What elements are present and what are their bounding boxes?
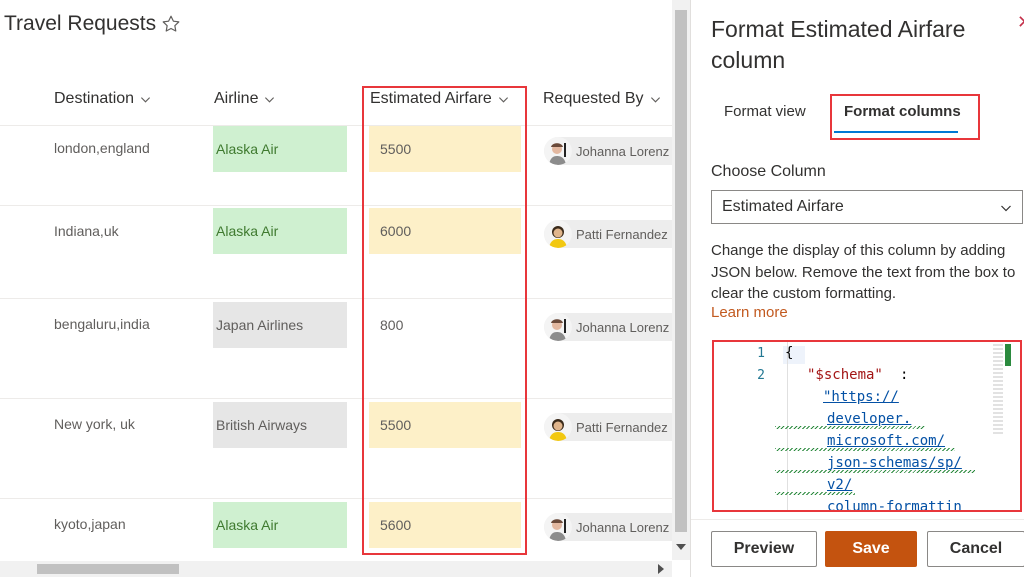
destination-cell: london,england [54, 140, 150, 156]
column-header-label: Destination [54, 90, 135, 107]
estimated-airfare-cell: 5600 [369, 502, 521, 548]
column-header-label: Requested By [543, 90, 644, 107]
row-divider [0, 398, 672, 399]
scrollbar-thumb[interactable] [37, 564, 179, 574]
chevron-down-icon [140, 94, 151, 105]
code-open-brace: { [785, 345, 794, 361]
scroll-right-arrow-icon[interactable] [658, 564, 664, 574]
json-editor[interactable]: 1 2 { "$schema" : "https:// developer. m… [715, 342, 1011, 512]
person-avatar-icon [544, 513, 572, 541]
tab-format-columns[interactable]: Format columns [844, 103, 961, 120]
scroll-down-arrow-icon[interactable] [676, 544, 686, 550]
code-colon: : [900, 367, 909, 383]
lint-warning-underline [775, 492, 855, 495]
column-header-label: Estimated Airfare [370, 90, 492, 107]
chevron-down-icon [264, 94, 275, 105]
scrollbar-thumb[interactable] [675, 10, 687, 532]
person-name: Johanna Lorenz [576, 143, 670, 159]
estimated-airfare-cell: 5500 [369, 126, 521, 172]
destination-cell: kyoto,japan [54, 516, 126, 532]
column-header-estimated-airfare[interactable]: Estimated Airfare [370, 90, 509, 108]
person-name: Patti Fernandez [576, 226, 668, 242]
airline-cell: Alaska Air [213, 502, 347, 548]
column-header-airline[interactable]: Airline [214, 90, 275, 108]
choose-column-label: Choose Column [711, 163, 826, 180]
person-pill[interactable]: Patti Fernandez [544, 220, 684, 248]
line-number: 2 [757, 368, 765, 383]
editor-scroll-indicator[interactable] [1005, 344, 1011, 366]
person-name: Johanna Lorenz [576, 319, 670, 335]
code-schema-value-line: "https:// [823, 389, 899, 405]
airline-cell: Alaska Air [213, 208, 347, 254]
person-avatar-icon [544, 137, 572, 165]
vertical-scrollbar[interactable] [672, 0, 690, 560]
person-name: Johanna Lorenz [576, 519, 670, 535]
estimated-airfare-cell: 6000 [369, 208, 521, 254]
format-column-panel: Format Estimated Airfare column ✕ Format… [690, 0, 1024, 577]
choose-column-dropdown[interactable]: Estimated Airfare [711, 190, 1023, 224]
row-divider [0, 298, 672, 299]
code-schema-value-line: v2/ [827, 477, 853, 493]
active-tab-indicator [834, 131, 958, 133]
learn-more-link[interactable]: Learn more [711, 304, 788, 321]
lint-warning-underline [775, 426, 925, 429]
tab-format-view[interactable]: Format view [724, 103, 806, 120]
destination-cell: New york, uk [54, 416, 135, 432]
chevron-down-icon [498, 94, 509, 105]
person-pill[interactable]: Patti Fernandez [544, 413, 684, 441]
chevron-down-icon [650, 94, 661, 105]
airline-cell: Japan Airlines [213, 302, 347, 348]
airline-cell: Alaska Air [213, 126, 347, 172]
save-button[interactable]: Save [825, 531, 917, 567]
destination-cell: Indiana,uk [54, 223, 119, 239]
person-pill[interactable]: Johanna Lorenz [544, 513, 684, 541]
preview-button[interactable]: Preview [711, 531, 817, 567]
column-header-label: Airline [214, 90, 259, 107]
close-icon[interactable]: ✕ [1017, 13, 1024, 31]
list-title: Travel Requests [4, 12, 157, 35]
row-divider [0, 498, 672, 499]
cancel-button[interactable]: Cancel [927, 531, 1024, 567]
estimated-airfare-cell: 5500 [369, 402, 521, 448]
footer-divider [691, 519, 1024, 520]
dropdown-selected-value: Estimated Airfare [722, 198, 844, 215]
code-schema-value-line: json-schemas/sp/ [827, 455, 962, 471]
list-view: Travel Requests Destination Airline Esti… [0, 0, 690, 577]
code-schema-value-line: column-formattin [827, 499, 962, 512]
person-avatar-icon [544, 220, 572, 248]
estimated-airfare-cell: 800 [380, 317, 404, 333]
format-description: Change the display of this column by add… [711, 242, 1016, 302]
column-header-requested-by[interactable]: Requested By [543, 90, 661, 108]
person-pill[interactable]: Johanna Lorenz [544, 313, 684, 341]
row-divider [0, 205, 672, 206]
code-schema-value-line: microsoft.com/ [827, 433, 946, 449]
horizontal-scrollbar[interactable] [0, 561, 672, 577]
person-avatar-icon [544, 313, 572, 341]
person-avatar-icon [544, 413, 572, 441]
column-header-destination[interactable]: Destination [54, 90, 151, 108]
line-number: 1 [757, 346, 765, 361]
lint-warning-underline [775, 448, 955, 451]
panel-title: Format Estimated Airfare column [711, 16, 966, 73]
editor-minimap[interactable] [993, 344, 1003, 434]
destination-cell: bengaluru,india [54, 316, 150, 332]
person-pill[interactable]: Johanna Lorenz [544, 137, 684, 165]
person-name: Patti Fernandez [576, 419, 668, 435]
code-schema-value-line: developer. [827, 411, 912, 427]
airline-cell: British Airways [213, 402, 347, 448]
lint-warning-underline [775, 470, 975, 473]
code-schema-key: "$schema" [807, 367, 883, 383]
chevron-down-icon [1000, 201, 1012, 219]
star-icon[interactable] [160, 13, 182, 35]
